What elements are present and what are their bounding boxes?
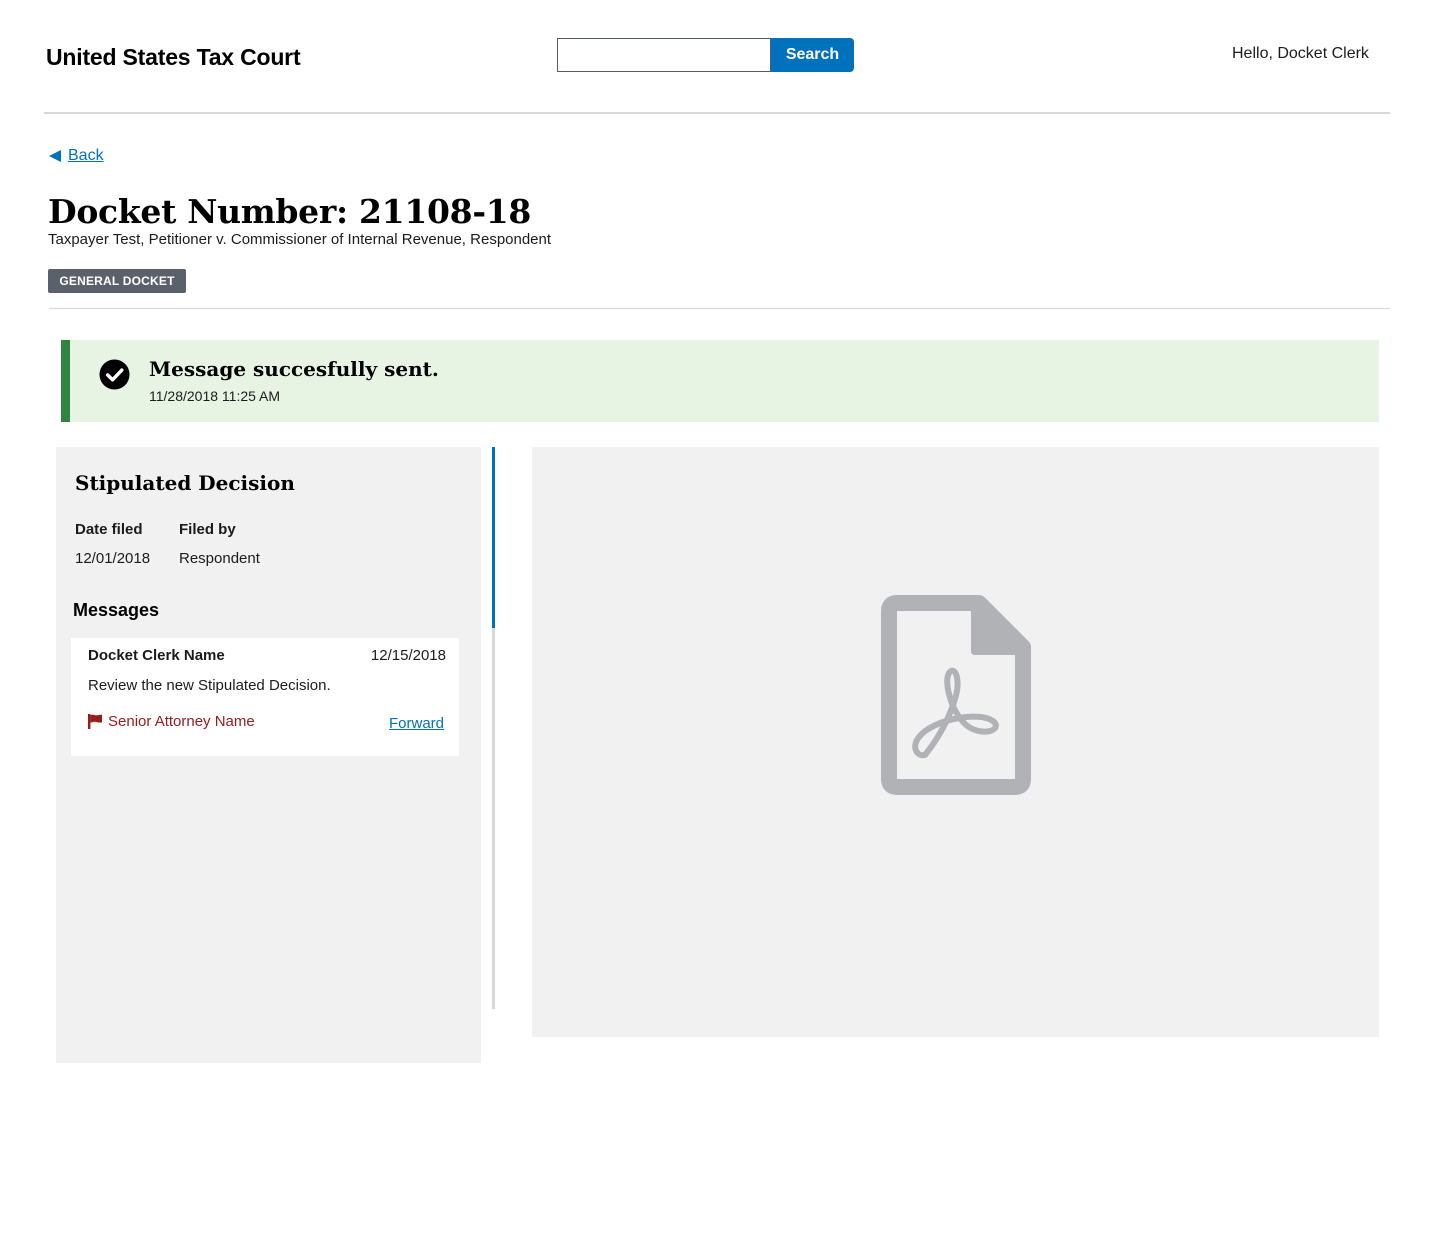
filed-by-label: Filed by: [179, 521, 236, 538]
header-divider: [44, 112, 1390, 114]
case-caption: Taxpayer Test, Petitioner v. Commissione…: [48, 231, 552, 248]
filed-by-value: Respondent: [179, 550, 260, 567]
message-date: 12/15/2018: [370, 647, 446, 664]
alert-heading: Message succesfully sent.: [149, 357, 439, 381]
alert-timestamp: 11/28/2018 11:25 AM: [149, 388, 281, 404]
document-viewer: [532, 447, 1379, 1037]
forward-link[interactable]: Forward: [389, 715, 444, 732]
flag-icon: [88, 714, 102, 729]
back-label: Back: [68, 147, 104, 164]
page-title: Docket Number: 21108-18: [48, 192, 532, 231]
message-body: Review the new Stipulated Decision.: [88, 677, 331, 694]
messages-heading: Messages: [73, 600, 160, 620]
date-filed-label: Date filed: [75, 521, 143, 538]
date-filed-value: 12/01/2018: [75, 550, 151, 567]
user-greeting[interactable]: Hello, Docket Clerk: [1232, 45, 1369, 63]
docket-type-badge: GENERAL DOCKET: [48, 269, 186, 293]
caret-left-icon: [49, 150, 61, 162]
document-info-panel: Stipulated Decision Date filed 12/01/201…: [56, 447, 481, 1063]
section-divider: [49, 308, 1390, 309]
success-alert: Message succesfully sent. 11/28/2018 11:…: [61, 340, 1379, 422]
document-title: Stipulated Decision: [75, 471, 295, 495]
message-sender: Docket Clerk Name: [88, 647, 225, 664]
search-button[interactable]: Search: [771, 38, 854, 72]
check-circle-icon: [99, 359, 130, 390]
message-card[interactable]: Docket Clerk Name 12/15/2018 Review the …: [71, 638, 459, 756]
flag-recipient-name: Senior Attorney Name: [108, 713, 255, 730]
back-link[interactable]: Back: [49, 147, 104, 165]
search-input[interactable]: [557, 38, 771, 72]
message-recipient: Senior Attorney Name: [88, 713, 255, 730]
pdf-file-icon: [881, 595, 1031, 795]
site-title[interactable]: United States Tax Court: [46, 44, 301, 71]
panel-scrollbar-thumb[interactable]: [492, 447, 495, 628]
